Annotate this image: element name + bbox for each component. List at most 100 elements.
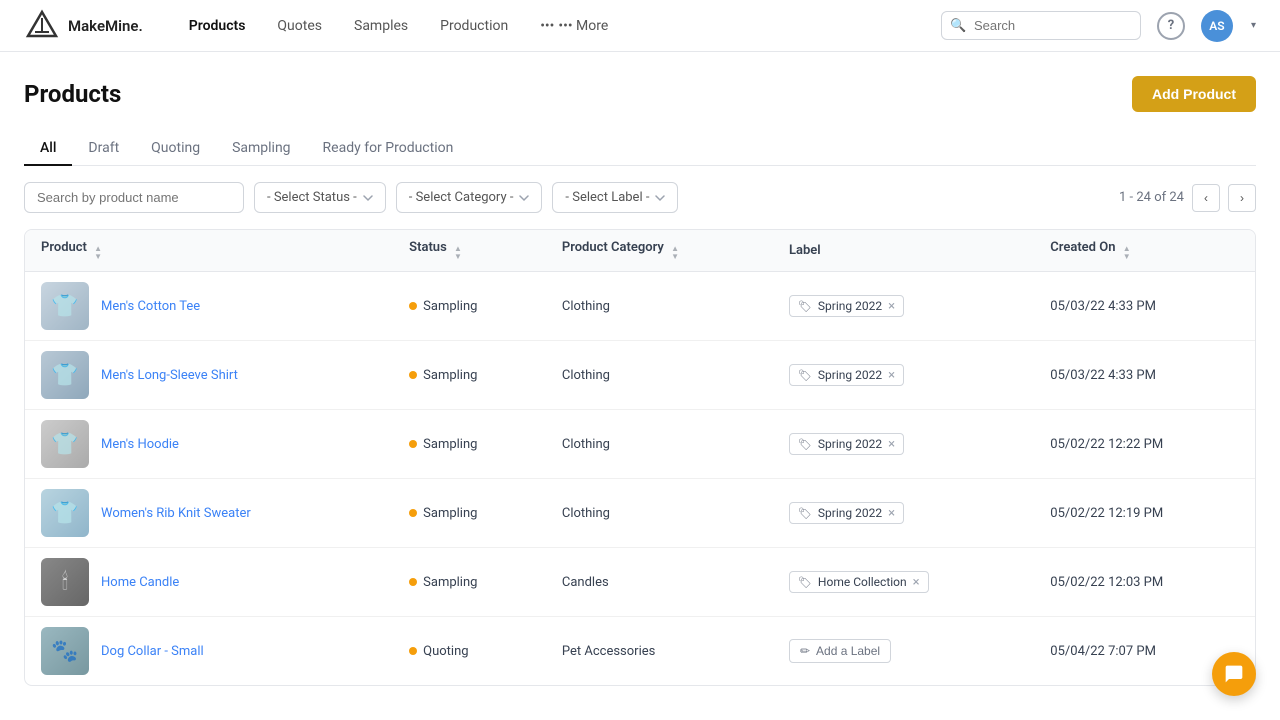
product-name-link[interactable]: Home Candle (101, 575, 179, 590)
label-cell-5: ✏ Add a Label (773, 617, 1034, 686)
table-row: 🐾 Dog Collar - Small Quoting Pet Accesso… (25, 617, 1255, 686)
search-icon: 🔍 (950, 18, 966, 33)
label-remove-button[interactable]: × (888, 507, 895, 520)
filters-bar: - Select Status - - Select Category - - … (24, 182, 1256, 213)
help-button[interactable]: ? (1157, 12, 1185, 40)
tag-icon: 🏷 (798, 300, 812, 313)
sort-arrows-created: ▲▼ (1123, 245, 1131, 261)
status-filter-label: - Select Status - (267, 190, 357, 205)
product-cell-4: 🕯 Home Candle (25, 548, 393, 617)
tag-icon: 🏷 (798, 438, 812, 451)
chevron-down-icon (655, 193, 665, 203)
category-cell-5: Pet Accessories (546, 617, 773, 686)
tab-sampling[interactable]: Sampling (216, 132, 306, 166)
table-row: 👕 Women's Rib Knit Sweater Sampling Clot… (25, 479, 1255, 548)
status-text: Sampling (423, 575, 477, 590)
category-filter[interactable]: - Select Category - (396, 182, 543, 213)
product-name-link[interactable]: Men's Hoodie (101, 437, 179, 452)
status-dot (409, 647, 417, 655)
nav-more-icon: ••• (540, 18, 554, 34)
table-row: 👕 Men's Long-Sleeve Shirt Sampling Cloth… (25, 341, 1255, 410)
status-text: Sampling (423, 437, 477, 452)
page-content: Products Add Product All Draft Quoting S… (0, 52, 1280, 686)
status-dot (409, 371, 417, 379)
chat-widget[interactable] (1212, 652, 1256, 696)
col-created: Created On ▲▼ (1034, 230, 1255, 272)
logo[interactable]: MakeMine. (24, 8, 143, 44)
page-header: Products Add Product (24, 76, 1256, 112)
status-dot (409, 509, 417, 517)
add-label-button[interactable]: ✏ Add a Label (789, 639, 891, 663)
col-label: Label (773, 230, 1034, 272)
status-cell-0: Sampling (393, 272, 546, 341)
product-name-link[interactable]: Dog Collar - Small (101, 644, 204, 659)
status-text: Sampling (423, 299, 477, 314)
product-image: 🐾 (41, 627, 89, 675)
label-remove-button[interactable]: × (888, 438, 895, 451)
tab-all[interactable]: All (24, 132, 72, 166)
label-tag: 🏷 Spring 2022 × (789, 433, 904, 455)
nav-samples[interactable]: Samples (340, 12, 422, 40)
tab-quoting[interactable]: Quoting (135, 132, 216, 166)
avatar-chevron-icon[interactable]: ▾ (1251, 20, 1256, 31)
label-cell-4: 🏷 Home Collection × (773, 548, 1034, 617)
chevron-down-icon (363, 193, 373, 203)
nav-production[interactable]: Production (426, 12, 522, 40)
category-cell-2: Clothing (546, 410, 773, 479)
table-row: 👕 Men's Hoodie Sampling Clothing 🏷 Sprin… (25, 410, 1255, 479)
category-cell-4: Candles (546, 548, 773, 617)
nav-more[interactable]: ••• ••• More (526, 12, 622, 40)
status-text: Sampling (423, 368, 477, 383)
status-dot (409, 440, 417, 448)
status-cell-2: Sampling (393, 410, 546, 479)
label-filter[interactable]: - Select Label - (552, 182, 678, 213)
label-remove-button[interactable]: × (888, 369, 895, 382)
category-cell-0: Clothing (546, 272, 773, 341)
created-cell-3: 05/02/22 12:19 PM (1034, 479, 1255, 548)
chevron-down-icon (519, 193, 529, 203)
product-cell-0: 👕 Men's Cotton Tee (25, 272, 393, 341)
add-product-button[interactable]: Add Product (1132, 76, 1256, 112)
status-filter[interactable]: - Select Status - (254, 182, 386, 213)
sort-arrows-status: ▲▼ (454, 245, 462, 261)
product-search-input[interactable] (24, 182, 244, 213)
tag-icon: 🏷 (798, 369, 812, 382)
page-title: Products (24, 80, 121, 108)
search-input[interactable] (941, 11, 1141, 40)
product-image: 👕 (41, 489, 89, 537)
label-tag: 🏷 Spring 2022 × (789, 295, 904, 317)
label-cell-0: 🏷 Spring 2022 × (773, 272, 1034, 341)
label-tag: 🏷 Spring 2022 × (789, 502, 904, 524)
pagination-next[interactable]: › (1228, 184, 1256, 212)
product-cell-5: 🐾 Dog Collar - Small (25, 617, 393, 686)
tag-icon: 🏷 (798, 576, 812, 589)
chat-icon (1224, 664, 1244, 684)
label-remove-button[interactable]: × (913, 576, 920, 589)
product-name-link[interactable]: Men's Long-Sleeve Shirt (101, 368, 238, 383)
products-table: Product ▲▼ Status ▲▼ Product Category ▲▼… (25, 230, 1255, 685)
category-cell-3: Clothing (546, 479, 773, 548)
label-tag: 🏷 Home Collection × (789, 571, 929, 593)
pagination-prev[interactable]: ‹ (1192, 184, 1220, 212)
label-cell-3: 🏷 Spring 2022 × (773, 479, 1034, 548)
label-remove-button[interactable]: × (888, 300, 895, 313)
nav-quotes[interactable]: Quotes (263, 12, 336, 40)
table-header-row: Product ▲▼ Status ▲▼ Product Category ▲▼… (25, 230, 1255, 272)
product-name-link[interactable]: Men's Cotton Tee (101, 299, 200, 314)
nav-links: Products Quotes Samples Production ••• •… (175, 12, 941, 40)
col-product: Product ▲▼ (25, 230, 393, 272)
tag-icon: 🏷 (798, 507, 812, 520)
status-cell-4: Sampling (393, 548, 546, 617)
label-text: Home Collection (818, 575, 907, 589)
tab-ready-for-production[interactable]: Ready for Production (307, 132, 470, 166)
pagination-info: 1 - 24 of 24 ‹ › (1119, 184, 1256, 212)
sort-arrows-product: ▲▼ (94, 245, 102, 261)
label-text: Spring 2022 (818, 437, 882, 451)
avatar[interactable]: AS (1201, 10, 1233, 42)
product-cell-1: 👕 Men's Long-Sleeve Shirt (25, 341, 393, 410)
tab-draft[interactable]: Draft (72, 132, 135, 166)
label-tag: 🏷 Spring 2022 × (789, 364, 904, 386)
product-name-link[interactable]: Women's Rib Knit Sweater (101, 506, 251, 521)
nav-products[interactable]: Products (175, 12, 260, 40)
status-dot (409, 578, 417, 586)
